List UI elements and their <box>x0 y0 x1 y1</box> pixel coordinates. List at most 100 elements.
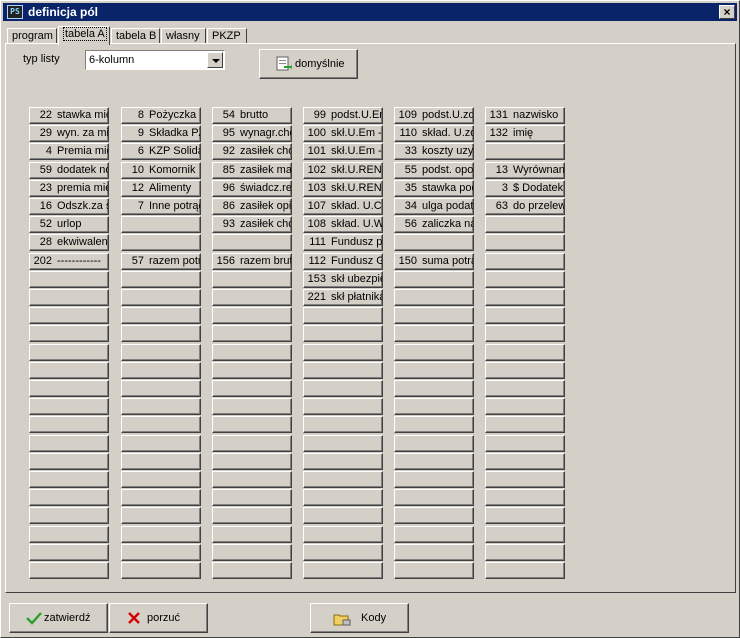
field-slot[interactable] <box>212 489 292 506</box>
field-slot[interactable] <box>212 289 292 306</box>
field-slot[interactable] <box>121 344 201 361</box>
field-slot[interactable] <box>29 562 109 579</box>
field-slot[interactable] <box>394 271 474 288</box>
field-slot[interactable] <box>394 344 474 361</box>
field-slot[interactable]: 56 zaliczka na podatek <box>394 216 474 233</box>
field-slot[interactable]: 3 $ Dodatek premia <box>485 180 565 197</box>
field-slot[interactable] <box>29 289 109 306</box>
field-slot[interactable] <box>121 507 201 524</box>
field-slot[interactable]: 95 wynagr.chorobowe <box>212 125 292 142</box>
field-slot[interactable] <box>303 398 383 415</box>
field-slot[interactable] <box>485 271 565 288</box>
codes-button[interactable]: Kody <box>310 603 409 633</box>
field-slot[interactable]: 85 zasiłek macierzyński <box>212 162 292 179</box>
field-slot[interactable] <box>121 471 201 488</box>
field-slot[interactable] <box>212 507 292 524</box>
field-slot[interactable]: 13 Wyrównanie <box>485 162 565 179</box>
field-slot[interactable]: 153 skł ubezpieczenia <box>303 271 383 288</box>
field-slot[interactable] <box>303 544 383 561</box>
field-slot[interactable] <box>121 489 201 506</box>
field-slot[interactable] <box>485 216 565 233</box>
field-slot[interactable]: 131 nazwisko <box>485 107 565 124</box>
field-slot[interactable] <box>121 416 201 433</box>
field-slot[interactable] <box>485 380 565 397</box>
field-slot[interactable] <box>212 453 292 470</box>
field-slot[interactable] <box>29 507 109 524</box>
field-slot[interactable] <box>485 507 565 524</box>
field-slot[interactable]: 221 skł płatnika <box>303 289 383 306</box>
field-slot[interactable]: 103 skł.U.RENT <box>303 180 383 197</box>
field-slot[interactable]: 99 podst.U.Em <box>303 107 383 124</box>
field-slot[interactable]: 132 imię <box>485 125 565 142</box>
field-slot[interactable] <box>212 325 292 342</box>
field-slot[interactable] <box>212 526 292 543</box>
field-slot[interactable] <box>394 289 474 306</box>
field-slot[interactable] <box>485 253 565 270</box>
field-slot[interactable] <box>303 416 383 433</box>
field-slot[interactable] <box>29 453 109 470</box>
tab-program[interactable]: program <box>7 28 57 44</box>
field-slot[interactable]: 29 wyn. za miesiąc <box>29 125 109 142</box>
field-slot[interactable] <box>29 325 109 342</box>
field-slot[interactable] <box>29 344 109 361</box>
field-slot[interactable]: 108 skład. U.Wyp <box>303 216 383 233</box>
field-slot[interactable] <box>394 453 474 470</box>
field-slot[interactable]: 63 do przelewu <box>485 198 565 215</box>
field-slot[interactable]: 6 KZP Solidarność <box>121 143 201 160</box>
field-slot[interactable] <box>29 380 109 397</box>
field-slot[interactable] <box>394 307 474 324</box>
field-slot[interactable] <box>485 435 565 452</box>
title-bar[interactable]: PS definicja pól × <box>3 3 737 21</box>
field-slot[interactable]: 110 skład. U.zdr <box>394 125 474 142</box>
field-slot[interactable] <box>394 526 474 543</box>
tab-tabela-a[interactable]: tabela A <box>58 26 110 45</box>
field-slot[interactable]: 57 razem potrącenia <box>121 253 201 270</box>
field-slot[interactable] <box>303 489 383 506</box>
field-slot[interactable]: 156 razem brutto <box>212 253 292 270</box>
field-slot[interactable] <box>394 562 474 579</box>
field-slot[interactable] <box>303 471 383 488</box>
field-slot[interactable] <box>485 416 565 433</box>
field-slot[interactable] <box>394 489 474 506</box>
field-slot[interactable] <box>485 362 565 379</box>
field-slot[interactable] <box>121 544 201 561</box>
field-slot[interactable] <box>394 544 474 561</box>
field-slot[interactable]: 9 Składka PZU <box>121 125 201 142</box>
field-slot[interactable] <box>485 453 565 470</box>
field-slot[interactable]: 111 Fundusz pracy <box>303 234 383 251</box>
field-slot[interactable] <box>303 362 383 379</box>
field-slot[interactable] <box>121 562 201 579</box>
field-slot[interactable] <box>485 289 565 306</box>
field-slot[interactable]: 112 Fundusz GŚP <box>303 253 383 270</box>
field-slot[interactable] <box>394 471 474 488</box>
field-slot[interactable] <box>29 271 109 288</box>
field-slot[interactable] <box>121 453 201 470</box>
field-slot[interactable] <box>485 471 565 488</box>
field-slot[interactable]: 28 ekwiwalent <box>29 234 109 251</box>
field-slot[interactable] <box>29 307 109 324</box>
field-slot[interactable] <box>212 307 292 324</box>
field-slot[interactable]: 92 zasiłek chorobowy <box>212 143 292 160</box>
field-slot[interactable] <box>394 507 474 524</box>
field-slot[interactable] <box>485 544 565 561</box>
field-slot[interactable] <box>29 489 109 506</box>
close-button[interactable]: × <box>719 5 735 19</box>
field-slot[interactable] <box>121 325 201 342</box>
default-button[interactable]: domyślnie <box>259 49 358 79</box>
tab-pkzp[interactable]: PKZP <box>207 28 247 44</box>
confirm-button[interactable]: zatwierdź <box>9 603 108 633</box>
field-slot[interactable] <box>303 307 383 324</box>
field-slot[interactable]: 16 Odszk.za skrócenie <box>29 198 109 215</box>
field-slot[interactable] <box>212 416 292 433</box>
field-slot[interactable]: 93 zasiłek chorobowy <box>212 216 292 233</box>
field-slot[interactable]: 52 urlop <box>29 216 109 233</box>
field-slot[interactable] <box>121 289 201 306</box>
field-slot[interactable] <box>121 271 201 288</box>
field-slot[interactable]: 10 Komornik <box>121 162 201 179</box>
field-slot[interactable] <box>394 416 474 433</box>
field-slot[interactable] <box>212 344 292 361</box>
field-slot[interactable] <box>121 234 201 251</box>
field-slot[interactable]: 101 skł.U.Em - <box>303 143 383 160</box>
field-slot[interactable] <box>394 325 474 342</box>
field-slot[interactable]: 7 Inne potrącenia <box>121 198 201 215</box>
